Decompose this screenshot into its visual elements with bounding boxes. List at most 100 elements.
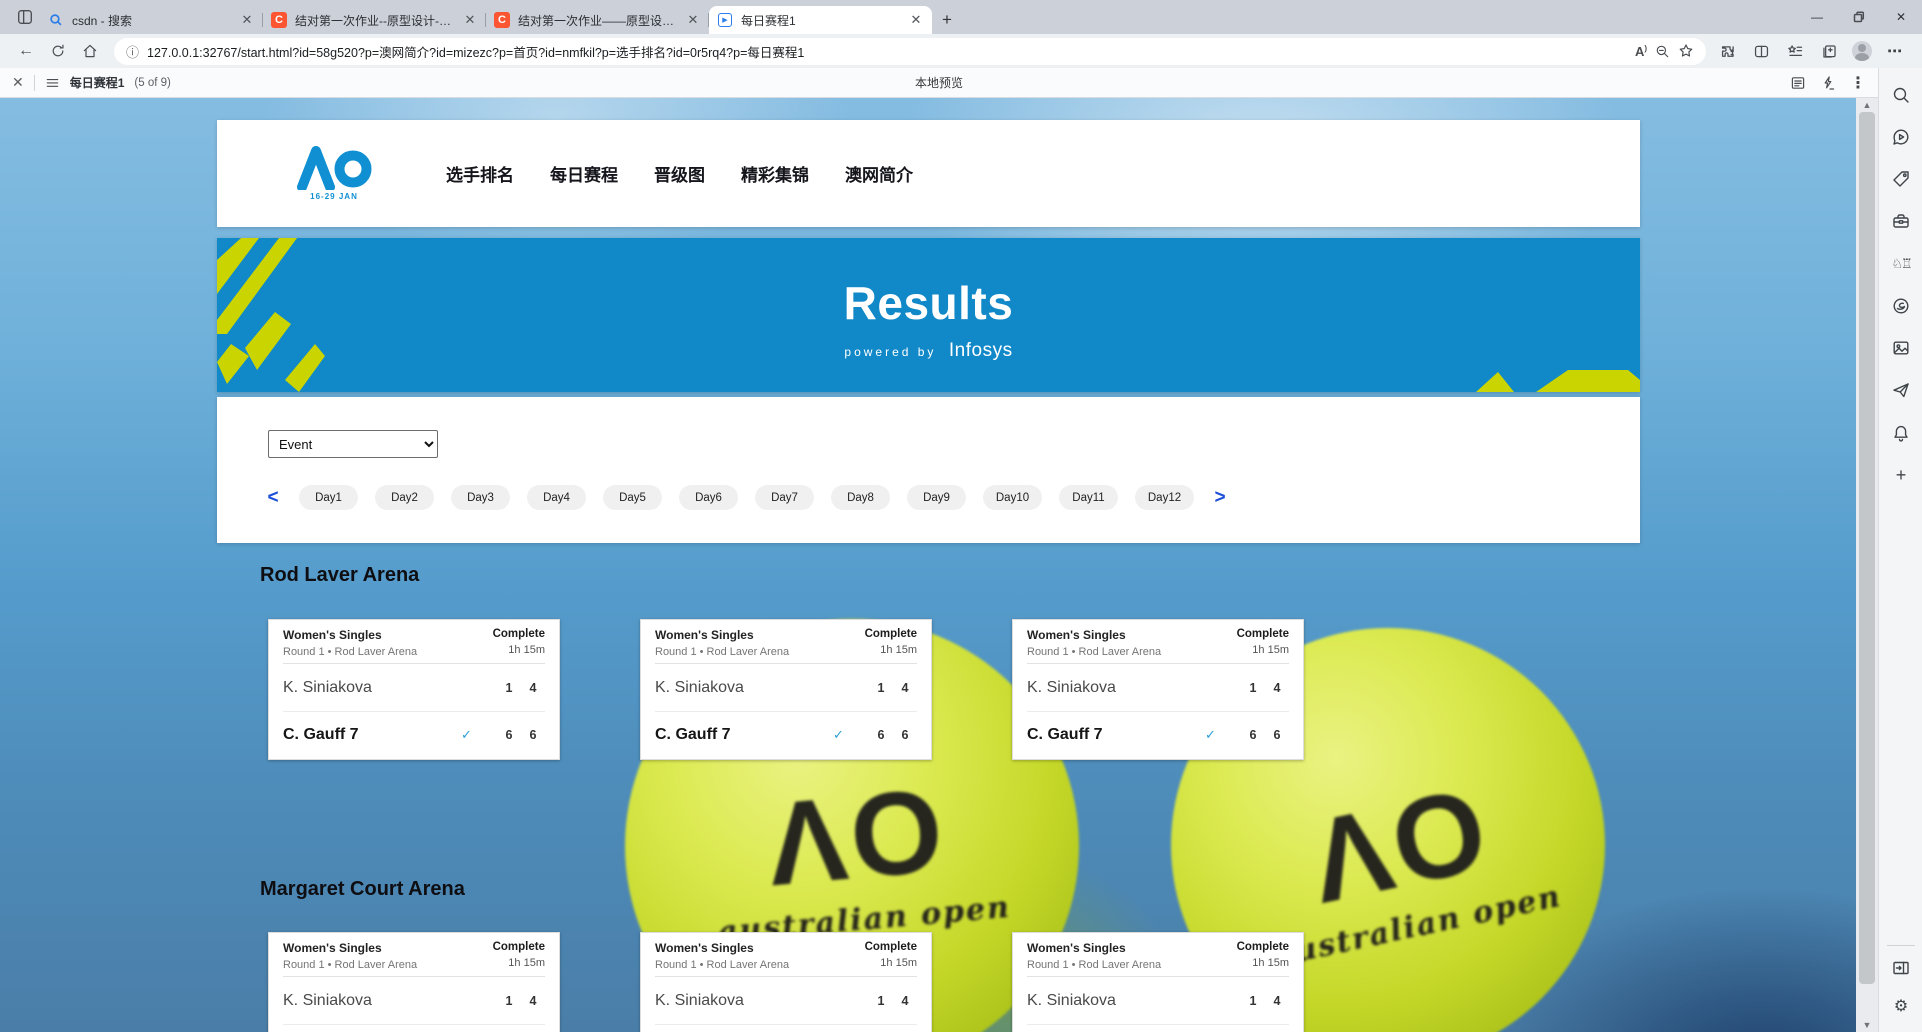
scroll-up-icon[interactable]: ▲	[1856, 98, 1878, 112]
set-score: 4	[1273, 993, 1281, 1008]
match-card[interactable]: Women's Singles Round 1 • Rod Laver Aren…	[640, 619, 932, 760]
match-card-header: Women's Singles Round 1 • Rod Laver Aren…	[283, 933, 545, 977]
match-card[interactable]: Women's Singles Round 1 • Rod Laver Aren…	[268, 619, 560, 760]
player-scores: 14	[833, 681, 917, 695]
favorites-icon[interactable]	[1784, 40, 1806, 62]
games-icon[interactable]: ♘♖	[1889, 252, 1913, 276]
player-row: K. Siniakova 14	[655, 664, 917, 711]
read-aloud-icon[interactable]: A)	[1635, 44, 1647, 59]
page-info-icon[interactable]: ⓘ	[126, 42, 139, 61]
tab-csdn-article-1[interactable]: C 结对第一次作业--原型设计-CSDN ✕	[263, 6, 486, 34]
split-screen-icon[interactable]	[1750, 40, 1772, 62]
match-duration: 1h 15m	[1252, 644, 1289, 656]
close-tab-icon[interactable]: ✕	[462, 12, 478, 28]
day-button[interactable]: Day8	[831, 485, 890, 510]
ao-logo[interactable]: 16-29 JAN	[296, 146, 372, 201]
extensions-icon[interactable]	[1716, 40, 1738, 62]
image-creator-icon[interactable]	[1889, 336, 1913, 360]
home-icon[interactable]	[76, 37, 104, 65]
copilot-icon[interactable]	[1889, 125, 1913, 149]
nav-bracket[interactable]: 晋级图	[654, 161, 705, 186]
search-icon[interactable]	[1889, 83, 1913, 107]
match-cards-row: Women's Singles Round 1 • Rod Laver Aren…	[268, 932, 1304, 1032]
tab-daily-schedule-active[interactable]: ▶ 每日赛程1 ✕	[709, 6, 932, 34]
set-score: 1	[505, 680, 513, 695]
preview-more-icon[interactable]: ⋮	[1850, 73, 1866, 93]
next-days-icon[interactable]: >	[1211, 488, 1229, 507]
reader-view-icon[interactable]	[1790, 75, 1806, 91]
pages-menu-icon[interactable]	[45, 75, 60, 90]
day-button[interactable]: Day9	[907, 485, 966, 510]
match-card[interactable]: Women's Singles Round 1 • Rod Laver Aren…	[640, 932, 932, 1032]
add-favorite-icon[interactable]	[1678, 43, 1694, 59]
url-text[interactable]: 127.0.0.1:32767/start.html?id=58g520?p=澳…	[147, 42, 1627, 61]
nav-about[interactable]: 澳网简介	[845, 161, 913, 186]
add-sidebar-item-icon[interactable]: +	[1889, 463, 1913, 487]
scrollbar-thumb[interactable]	[1859, 112, 1875, 984]
main-nav: 选手排名 每日赛程 晋级图 精彩集锦 澳网简介	[446, 161, 913, 186]
player-name: C. Gauff 7	[1027, 726, 1103, 743]
match-cards-row: Women's Singles Round 1 • Rod Laver Aren…	[268, 619, 1304, 760]
day-button[interactable]: Day1	[299, 485, 358, 510]
more-menu-icon[interactable]: ⋯	[1884, 40, 1906, 62]
day-button[interactable]: Day6	[679, 485, 738, 510]
browser-essentials-icon[interactable]	[1889, 294, 1913, 318]
day-button[interactable]: Day12	[1135, 485, 1194, 510]
close-preview-icon[interactable]: ✕	[12, 74, 24, 91]
nav-player-rankings[interactable]: 选手排名	[446, 161, 514, 186]
player-row: K. Siniakova 14	[283, 977, 545, 1024]
zoom-out-icon[interactable]	[1655, 44, 1670, 59]
day-selector: < Day1 Day2 Day3 Day4 Day5 Day6 Day7 Day8 Day9 Da…	[264, 485, 1229, 510]
new-tab-button[interactable]: +	[932, 6, 962, 34]
match-card-header: Women's Singles Round 1 • Rod Laver Aren…	[283, 620, 545, 664]
toolbar-icons: ⋯	[1716, 40, 1906, 62]
scroll-down-icon[interactable]: ▼	[1856, 1018, 1878, 1032]
site-content: 16-29 JAN 选手排名 每日赛程 晋级图 精彩集锦 澳网简介 Result…	[217, 120, 1640, 543]
collections-icon[interactable]	[1818, 40, 1840, 62]
settings-icon[interactable]: ⚙	[1889, 994, 1913, 1018]
refresh-icon[interactable]	[44, 37, 72, 65]
results-banner: Results powered by Infosys	[217, 238, 1640, 392]
close-tab-icon[interactable]: ✕	[685, 12, 701, 28]
match-status: Complete	[864, 628, 917, 640]
day-button[interactable]: Day2	[375, 485, 434, 510]
day-button[interactable]: Day5	[603, 485, 662, 510]
day-button[interactable]: Day3	[451, 485, 510, 510]
notifications-icon[interactable]	[1889, 421, 1913, 445]
window-controls: — ✕	[1796, 0, 1922, 34]
drop-icon[interactable]	[1889, 378, 1913, 402]
close-tab-icon[interactable]: ✕	[908, 12, 924, 28]
match-category: Women's Singles	[1027, 941, 1126, 955]
nav-highlights[interactable]: 精彩集锦	[741, 161, 809, 186]
customize-sidebar-icon[interactable]	[1889, 956, 1913, 980]
day-button[interactable]: Day10	[983, 485, 1042, 510]
inspect-icon[interactable]	[1820, 75, 1836, 91]
back-icon[interactable]: ←	[12, 37, 40, 65]
close-tab-icon[interactable]: ✕	[239, 12, 255, 28]
match-status: Complete	[492, 628, 545, 640]
minimize-icon[interactable]: —	[1796, 0, 1838, 34]
match-card[interactable]: Women's Singles Round 1 • Rod Laver Aren…	[268, 932, 560, 1032]
shopping-icon[interactable]	[1889, 167, 1913, 191]
event-select[interactable]: Event	[268, 430, 438, 458]
restore-icon[interactable]	[1838, 0, 1880, 34]
set-score: 1	[1249, 680, 1257, 695]
match-card[interactable]: Women's Singles Round 1 • Rod Laver Aren…	[1012, 619, 1304, 760]
tab-csdn-search[interactable]: csdn - 搜索 ✕	[40, 6, 263, 34]
nav-daily-schedule[interactable]: 每日赛程	[550, 161, 618, 186]
url-field[interactable]: ⓘ 127.0.0.1:32767/start.html?id=58g520?p…	[114, 37, 1706, 65]
page-scrollbar[interactable]: ▲ ▼	[1856, 98, 1878, 1032]
set-score: 6	[529, 728, 537, 742]
match-card[interactable]: Women's Singles Round 1 • Rod Laver Aren…	[1012, 932, 1304, 1032]
player-row: C. Gauff 7 ✓ 6 6	[1027, 711, 1289, 758]
toolbox-icon[interactable]	[1889, 209, 1913, 233]
close-window-icon[interactable]: ✕	[1880, 0, 1922, 34]
previous-days-icon[interactable]: <	[264, 488, 282, 507]
day-button[interactable]: Day7	[755, 485, 814, 510]
profile-avatar[interactable]	[1852, 41, 1872, 61]
day-button[interactable]: Day4	[527, 485, 586, 510]
tab-csdn-article-2[interactable]: C 结对第一次作业——原型设计-CS ✕	[486, 6, 709, 34]
day-button[interactable]: Day11	[1059, 485, 1118, 510]
tab-actions-icon[interactable]	[10, 0, 40, 34]
match-duration: 1h 15m	[1252, 957, 1289, 969]
